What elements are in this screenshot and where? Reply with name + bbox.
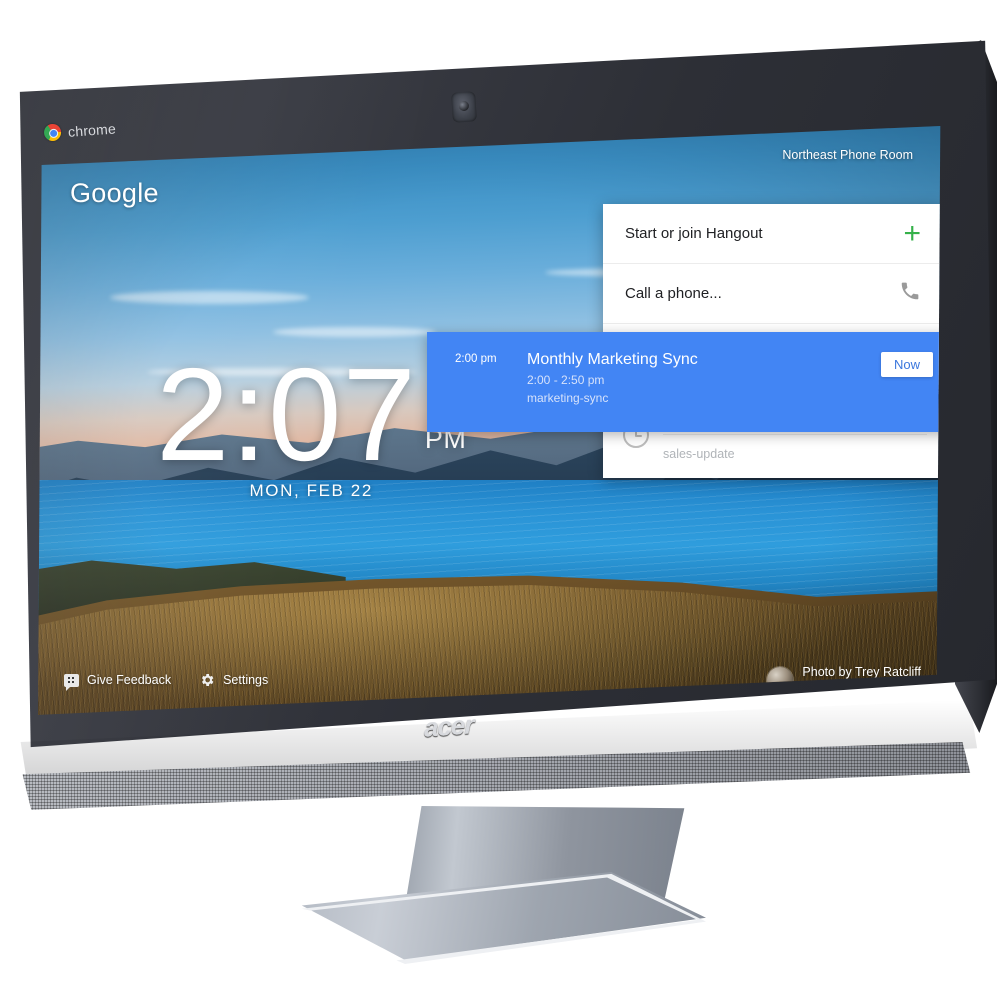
hangouts-panel: Start or join Hangout + Call a phone... … [427, 204, 941, 478]
clock-time-row: 2:07 PM [156, 341, 466, 488]
clock-widget: 2:07 PM MON, FEB 22 [156, 341, 466, 501]
call-phone-label: Call a phone... [625, 285, 722, 302]
start-hangout-label: Start or join Hangout [625, 225, 763, 242]
clock-time: 2:07 [156, 341, 417, 488]
list-item[interactable]: sales-update [663, 434, 927, 473]
start-or-join-hangout-row[interactable]: Start or join Hangout + [603, 204, 941, 264]
current-event-body: Monthly Marketing Sync 2:00 - 2:50 pm ma… [527, 350, 865, 406]
give-feedback-button[interactable]: Give Feedback [64, 673, 172, 691]
screen-footer-actions: Give Feedback Settings [64, 672, 268, 691]
phone-icon[interactable] [899, 280, 921, 307]
acer-wordmark: acer [424, 709, 474, 743]
chrome-logo-icon [43, 123, 62, 142]
google-wordmark: Google [70, 178, 159, 208]
give-feedback-label: Give Feedback [87, 673, 172, 687]
settings-label: Settings [223, 673, 269, 687]
screenshot-root: chrome Google Northeast Phone Room 2:07 … [0, 0, 1000, 1000]
room-name-label: Northeast Phone Room [782, 148, 913, 162]
now-badge[interactable]: Now [880, 352, 933, 377]
current-event-room: marketing-sync [527, 391, 609, 406]
call-a-phone-row[interactable]: Call a phone... [603, 264, 941, 324]
display-screen: Google Northeast Phone Room 2:07 PM MON,… [38, 126, 941, 715]
current-event-row[interactable]: 2:00 pm Monthly Marketing Sync 2:00 - 2:… [427, 332, 941, 433]
gear-icon [199, 672, 215, 688]
webcam-icon [450, 91, 478, 123]
settings-button[interactable]: Settings [199, 672, 268, 688]
acer-chromebase-monitor: chrome Google Northeast Phone Room 2:07 … [0, 0, 1000, 810]
plus-icon[interactable]: + [903, 218, 921, 249]
current-event-time: 2:00 pm [455, 353, 497, 365]
feedback-icon [64, 673, 79, 691]
current-event-range: 2:00 - 2:50 pm [527, 373, 605, 387]
cloud-streak [273, 326, 437, 338]
speaker-grille [22, 742, 971, 810]
current-event-title: Monthly Marketing Sync [527, 351, 698, 368]
chrome-wordmark: chrome [67, 119, 117, 140]
